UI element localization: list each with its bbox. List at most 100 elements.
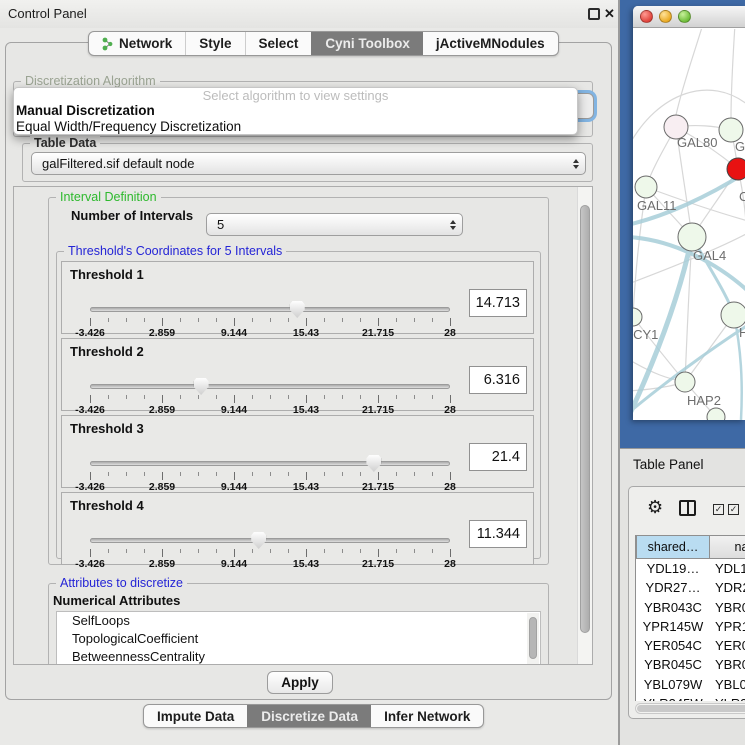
cell[interactable]: YDL19… (636, 559, 710, 578)
tab-select[interactable]: Select (245, 32, 312, 55)
checkbox-icon[interactable]: ✓ (728, 504, 739, 515)
checkbox-icon[interactable]: ✓ (713, 504, 724, 515)
threshold-slider[interactable]: -3.4262.8599.14415.4321.71528 (90, 377, 450, 411)
slider-track[interactable] (90, 384, 450, 389)
table-row[interactable]: YBR045CYBR0 (636, 655, 745, 674)
threshold-slider[interactable]: -3.4262.8599.14415.4321.71528 (90, 300, 450, 334)
slider-thumb[interactable] (251, 532, 266, 549)
tab-cyni-toolbox[interactable]: Cyni Toolbox (311, 32, 423, 55)
apply-button[interactable]: Apply (267, 671, 333, 694)
table-data-combobox[interactable]: galFiltered.sif default node (31, 152, 586, 175)
network-view-window: GAL80 GA C GAL11 GAL4 GCY1 H HAP2 (633, 6, 745, 420)
cell[interactable]: YLR345W (636, 694, 710, 701)
tab-network[interactable]: Network (89, 32, 185, 55)
panel-scrollbar-thumb[interactable] (580, 205, 590, 633)
node-label: GAL11 (637, 198, 677, 213)
node-label: GAL4 (693, 248, 726, 263)
network-canvas[interactable]: GAL80 GA C GAL11 GAL4 GCY1 H HAP2 (633, 29, 745, 420)
node-gal4 (678, 223, 706, 251)
settings-viewport: Interval Definition Number of Intervals … (13, 186, 593, 665)
cell[interactable]: YER054C (636, 636, 710, 655)
list-item[interactable]: BetweennessCentrality (57, 648, 540, 665)
threshold-value-field[interactable]: 21.4 (469, 443, 527, 471)
float-window-icon[interactable] (588, 8, 600, 20)
table-row[interactable]: YBL079WYBL0 (636, 675, 745, 694)
algorithm-option-equal-width[interactable]: Equal Width/Frequency Discretization (14, 119, 577, 135)
cell[interactable]: YDL1 (710, 559, 745, 578)
zoom-traffic-light-icon[interactable] (678, 10, 691, 23)
number-of-intervals-combobox[interactable]: 5 (206, 213, 463, 236)
tab-style[interactable]: Style (185, 32, 244, 55)
slider-thumb[interactable] (290, 301, 305, 318)
table-row[interactable]: YER054CYER0 (636, 636, 745, 655)
slider-track[interactable] (90, 307, 450, 312)
table-row[interactable]: YDR27…YDR2 (636, 578, 745, 597)
table-horizontal-scrollbar[interactable] (635, 703, 745, 714)
threshold-value-field[interactable]: 14.713 (469, 289, 527, 317)
algorithm-dropdown-popup: Select algorithm to view settings Manual… (13, 87, 578, 135)
list-scrollbar-thumb[interactable] (529, 617, 537, 659)
list-item[interactable]: SelfLoops (57, 612, 540, 630)
cell[interactable]: YPR1 (710, 617, 745, 636)
threshold-label: Threshold 1 (70, 267, 144, 282)
cell[interactable]: YER0 (710, 636, 745, 655)
table-row[interactable]: YPR145WYPR1 (636, 617, 745, 636)
cell[interactable]: YDR27… (636, 578, 710, 597)
table-row[interactable]: YDL19…YDL1 (636, 559, 745, 578)
table-panel-title: Table Panel (633, 457, 704, 472)
node-table[interactable]: shared… na YDL19…YDL1 YDR27…YDR2 YBR043C… (635, 535, 745, 701)
cell[interactable]: YBR045C (636, 655, 710, 674)
panel-scrollbar[interactable] (577, 187, 592, 664)
cell[interactable]: YBR0 (710, 655, 745, 674)
list-scrollbar[interactable] (527, 613, 539, 665)
attributes-group-title: Attributes to discretize (56, 576, 187, 590)
threshold-slider[interactable]: -3.4262.8599.14415.4321.71528 (90, 454, 450, 488)
minimize-traffic-light-icon[interactable] (659, 10, 672, 23)
threshold-value-field[interactable]: 11.344 (469, 520, 527, 548)
cell[interactable]: YDR2 (710, 578, 745, 597)
cell[interactable]: YBL079W (636, 675, 710, 694)
slider-scale: -3.4262.8599.14415.4321.71528 (90, 558, 450, 570)
node-red-selected (727, 158, 745, 180)
tab-discretize-data[interactable]: Discretize Data (247, 705, 371, 727)
slider-track[interactable] (90, 538, 450, 543)
threshold-slider[interactable]: -3.4262.8599.14415.4321.71528 (90, 531, 450, 565)
slider-thumb[interactable] (194, 378, 209, 395)
tab-infer-network[interactable]: Infer Network (371, 705, 483, 727)
thresholds-group-title: Threshold's Coordinates for 5 Intervals (64, 244, 286, 258)
number-of-intervals-value: 5 (217, 214, 224, 236)
tab-impute-data[interactable]: Impute Data (144, 705, 247, 727)
network-graph: GAL80 GA C GAL11 GAL4 GCY1 H HAP2 (633, 29, 745, 420)
top-tab-bar: Network Style Select Cyni Toolbox jActiv… (88, 31, 559, 56)
table-horizontal-scrollbar-thumb[interactable] (637, 705, 745, 712)
list-item[interactable]: TopologicalCoefficient (57, 630, 540, 648)
algorithm-option-manual[interactable]: Manual Discretization (14, 103, 577, 119)
tab-jactivemnodules[interactable]: jActiveMNodules (423, 32, 558, 55)
cell[interactable]: YPR145W (636, 617, 710, 636)
cell[interactable]: YBL0 (710, 675, 745, 694)
cell[interactable]: YLR3 (710, 694, 745, 701)
control-panel: Control Panel ✕ Network Style Select Cyn… (0, 0, 620, 745)
slider-ticks (90, 318, 450, 327)
column-header-shared-name[interactable]: shared… (636, 535, 710, 559)
slider-ticks (90, 472, 450, 481)
network-icon (102, 37, 113, 51)
close-traffic-light-icon[interactable] (640, 10, 653, 23)
cell[interactable]: YBR043C (636, 598, 710, 617)
slider-thumb[interactable] (366, 455, 381, 472)
settings-gear-icon[interactable]: ⚙ (647, 497, 663, 518)
network-desktop-frame: GAL80 GA C GAL11 GAL4 GCY1 H HAP2 (620, 0, 745, 448)
threshold-value-field[interactable]: 6.316 (469, 366, 527, 394)
close-icon[interactable]: ✕ (604, 6, 615, 22)
column-layout-icon[interactable] (679, 500, 696, 516)
column-header-name[interactable]: na (710, 535, 745, 559)
slider-track[interactable] (90, 461, 450, 466)
network-window-titlebar[interactable] (633, 6, 745, 28)
node-gal11 (635, 176, 657, 198)
numerical-attributes-list[interactable]: SelfLoops TopologicalCoefficient Between… (56, 611, 541, 665)
table-row[interactable]: YBR043CYBR0 (636, 598, 745, 617)
table-row[interactable]: YLR345WYLR3 (636, 694, 745, 701)
tab-select-label: Select (259, 36, 299, 51)
stepper-arrows-icon (450, 220, 456, 230)
cell[interactable]: YBR0 (710, 598, 745, 617)
